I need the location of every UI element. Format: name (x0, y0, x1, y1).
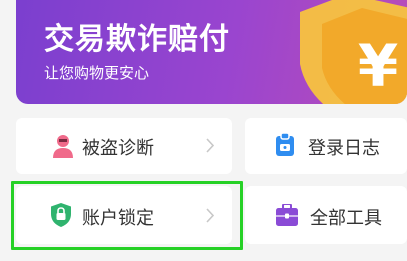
login-log-label: 登录日志 (308, 138, 380, 159)
yuan-shield-icon: ¥ (300, 0, 407, 104)
yuan-symbol: ¥ (358, 32, 398, 100)
clipboard-log-icon (276, 133, 294, 156)
selection-highlight (11, 181, 243, 250)
fraud-compensation-banner[interactable]: 交易欺诈赔付 让您购物更安心 ¥ (16, 0, 407, 104)
toolbox-icon (276, 204, 298, 226)
person-alert-icon (53, 135, 73, 158)
banner-title: 交易欺诈赔付 (44, 22, 230, 57)
theft-diagnosis-item[interactable]: 被盗诊断 (16, 118, 232, 174)
chevron-right-icon (206, 138, 215, 153)
theft-diagnosis-label: 被盗诊断 (82, 138, 154, 159)
login-log-item[interactable]: 登录日志 (245, 118, 407, 174)
all-tools-label: 全部工具 (310, 208, 382, 229)
all-tools-item[interactable]: 全部工具 (245, 186, 407, 244)
banner-subtitle: 让您购物更安心 (44, 64, 150, 82)
